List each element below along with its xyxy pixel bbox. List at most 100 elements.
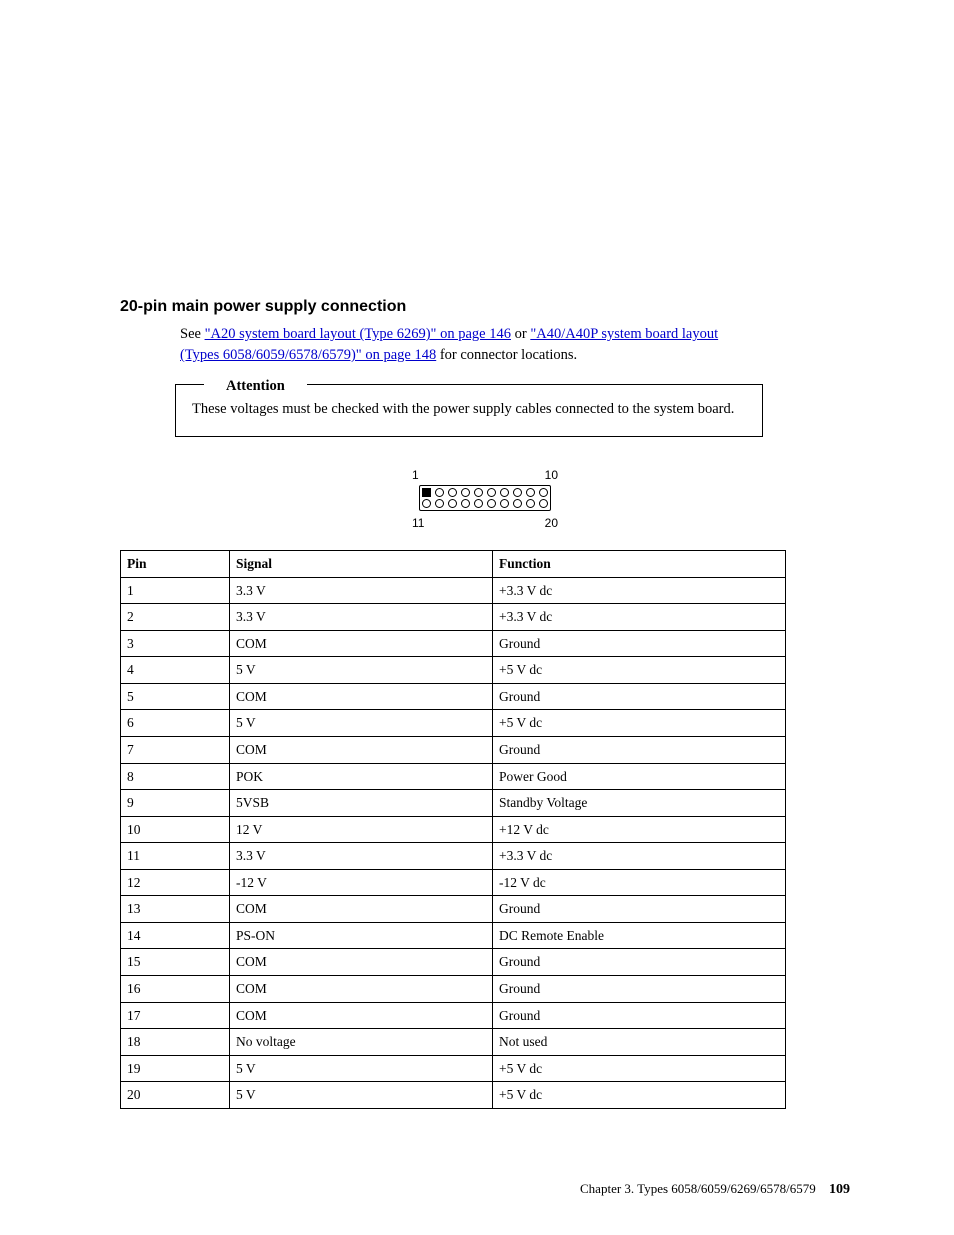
cell-signal: COM bbox=[230, 976, 493, 1003]
cell-pin: 17 bbox=[121, 1002, 230, 1029]
table-row: 113.3 V+3.3 V dc bbox=[121, 843, 786, 870]
cell-function: Standby Voltage bbox=[493, 790, 786, 817]
table-row: 14PS-ONDC Remote Enable bbox=[121, 922, 786, 949]
connector-label-11: 11 bbox=[412, 515, 424, 532]
connector-pin-icon bbox=[539, 499, 548, 508]
table-header-row: Pin Signal Function bbox=[121, 551, 786, 578]
table-row: 45 V+5 V dc bbox=[121, 657, 786, 684]
connector-pin-icon bbox=[500, 499, 509, 508]
connector-label-20: 20 bbox=[545, 515, 558, 532]
table-row: 7COMGround bbox=[121, 736, 786, 763]
cell-function: +3.3 V dc bbox=[493, 604, 786, 631]
connector-pin-icon bbox=[513, 499, 522, 508]
cell-signal: 5VSB bbox=[230, 790, 493, 817]
link-a40-layout-line2[interactable]: (Types 6058/6059/6578/6579)" on page 148 bbox=[180, 347, 436, 363]
cell-signal: 5 V bbox=[230, 657, 493, 684]
connector-pin-icon bbox=[539, 488, 548, 497]
cell-pin: 13 bbox=[121, 896, 230, 923]
table-row: 17COMGround bbox=[121, 1002, 786, 1029]
table-row: 18No voltageNot used bbox=[121, 1029, 786, 1056]
connector-pin-icon bbox=[435, 499, 444, 508]
cell-function: Ground bbox=[493, 976, 786, 1003]
cell-function: +5 V dc bbox=[493, 1082, 786, 1109]
cell-pin: 4 bbox=[121, 657, 230, 684]
table-row: 3COMGround bbox=[121, 630, 786, 657]
cell-pin: 14 bbox=[121, 922, 230, 949]
cell-function: Ground bbox=[493, 683, 786, 710]
cell-pin: 11 bbox=[121, 843, 230, 870]
cell-function: Ground bbox=[493, 630, 786, 657]
connector-label-1: 1 bbox=[412, 467, 419, 484]
cell-function: Ground bbox=[493, 949, 786, 976]
cell-function: +12 V dc bbox=[493, 816, 786, 843]
cell-signal: COM bbox=[230, 683, 493, 710]
cell-pin: 12 bbox=[121, 869, 230, 896]
cell-function: Ground bbox=[493, 1002, 786, 1029]
connector-pin-icon bbox=[474, 488, 483, 497]
footer-pagenum: 109 bbox=[829, 1182, 850, 1197]
cell-pin: 18 bbox=[121, 1029, 230, 1056]
table-row: 13COMGround bbox=[121, 896, 786, 923]
connector-pin-icon bbox=[513, 488, 522, 497]
cell-signal: COM bbox=[230, 736, 493, 763]
cell-pin: 5 bbox=[121, 683, 230, 710]
cell-signal: 3.3 V bbox=[230, 604, 493, 631]
cell-signal: COM bbox=[230, 630, 493, 657]
page-footer: Chapter 3. Types 6058/6059/6269/6578/657… bbox=[580, 1180, 850, 1200]
intro-or: or bbox=[511, 326, 530, 342]
cell-function: -12 V dc bbox=[493, 869, 786, 896]
cell-pin: 9 bbox=[121, 790, 230, 817]
connector-pin-icon bbox=[422, 499, 431, 508]
intro-tail: for connector locations. bbox=[436, 347, 577, 363]
cell-function: +5 V dc bbox=[493, 657, 786, 684]
table-row: 13.3 V+3.3 V dc bbox=[121, 577, 786, 604]
cell-function: +5 V dc bbox=[493, 710, 786, 737]
table-row: 1012 V+12 V dc bbox=[121, 816, 786, 843]
table-row: 12-12 V-12 V dc bbox=[121, 869, 786, 896]
intro-paragraph: See "A20 system board layout (Type 6269)… bbox=[180, 324, 850, 366]
cell-pin: 6 bbox=[121, 710, 230, 737]
cell-pin: 3 bbox=[121, 630, 230, 657]
connector-pin-icon bbox=[526, 499, 535, 508]
cell-pin: 2 bbox=[121, 604, 230, 631]
cell-function: DC Remote Enable bbox=[493, 922, 786, 949]
attention-box: Attention These voltages must be checked… bbox=[175, 384, 763, 437]
cell-pin: 7 bbox=[121, 736, 230, 763]
table-row: 5COMGround bbox=[121, 683, 786, 710]
cell-signal: 12 V bbox=[230, 816, 493, 843]
cell-function: +3.3 V dc bbox=[493, 577, 786, 604]
cell-function: Not used bbox=[493, 1029, 786, 1056]
table-row: 95VSBStandby Voltage bbox=[121, 790, 786, 817]
table-row: 195 V+5 V dc bbox=[121, 1055, 786, 1082]
connector-pin-icon bbox=[487, 499, 496, 508]
link-a40-layout-line1[interactable]: "A40/A40P system board layout bbox=[530, 326, 718, 342]
connector-pin-icon bbox=[461, 488, 470, 497]
cell-signal: 3.3 V bbox=[230, 577, 493, 604]
connector-diagram: 1 10 bbox=[410, 467, 560, 532]
link-a20-layout[interactable]: "A20 system board layout (Type 6269)" on… bbox=[205, 326, 511, 342]
cell-signal: 5 V bbox=[230, 1055, 493, 1082]
table-row: 23.3 V+3.3 V dc bbox=[121, 604, 786, 631]
connector-pin-icon bbox=[526, 488, 535, 497]
connector-body bbox=[419, 485, 551, 511]
connector-pin-icon bbox=[500, 488, 509, 497]
table-row: 205 V+5 V dc bbox=[121, 1082, 786, 1109]
cell-signal: PS-ON bbox=[230, 922, 493, 949]
col-header-pin: Pin bbox=[121, 551, 230, 578]
connector-pin-icon bbox=[474, 499, 483, 508]
col-header-signal: Signal bbox=[230, 551, 493, 578]
table-row: 8POKPower Good bbox=[121, 763, 786, 790]
connector-label-10: 10 bbox=[545, 467, 558, 484]
cell-signal: COM bbox=[230, 896, 493, 923]
attention-text: These voltages must be checked with the … bbox=[192, 401, 734, 417]
cell-pin: 20 bbox=[121, 1082, 230, 1109]
connector-pin-icon bbox=[461, 499, 470, 508]
cell-signal: 3.3 V bbox=[230, 843, 493, 870]
cell-pin: 8 bbox=[121, 763, 230, 790]
table-row: 16COMGround bbox=[121, 976, 786, 1003]
col-header-function: Function bbox=[493, 551, 786, 578]
cell-signal: 5 V bbox=[230, 710, 493, 737]
cell-function: +5 V dc bbox=[493, 1055, 786, 1082]
section-heading: 20-pin main power supply connection bbox=[120, 295, 850, 318]
cell-pin: 10 bbox=[121, 816, 230, 843]
